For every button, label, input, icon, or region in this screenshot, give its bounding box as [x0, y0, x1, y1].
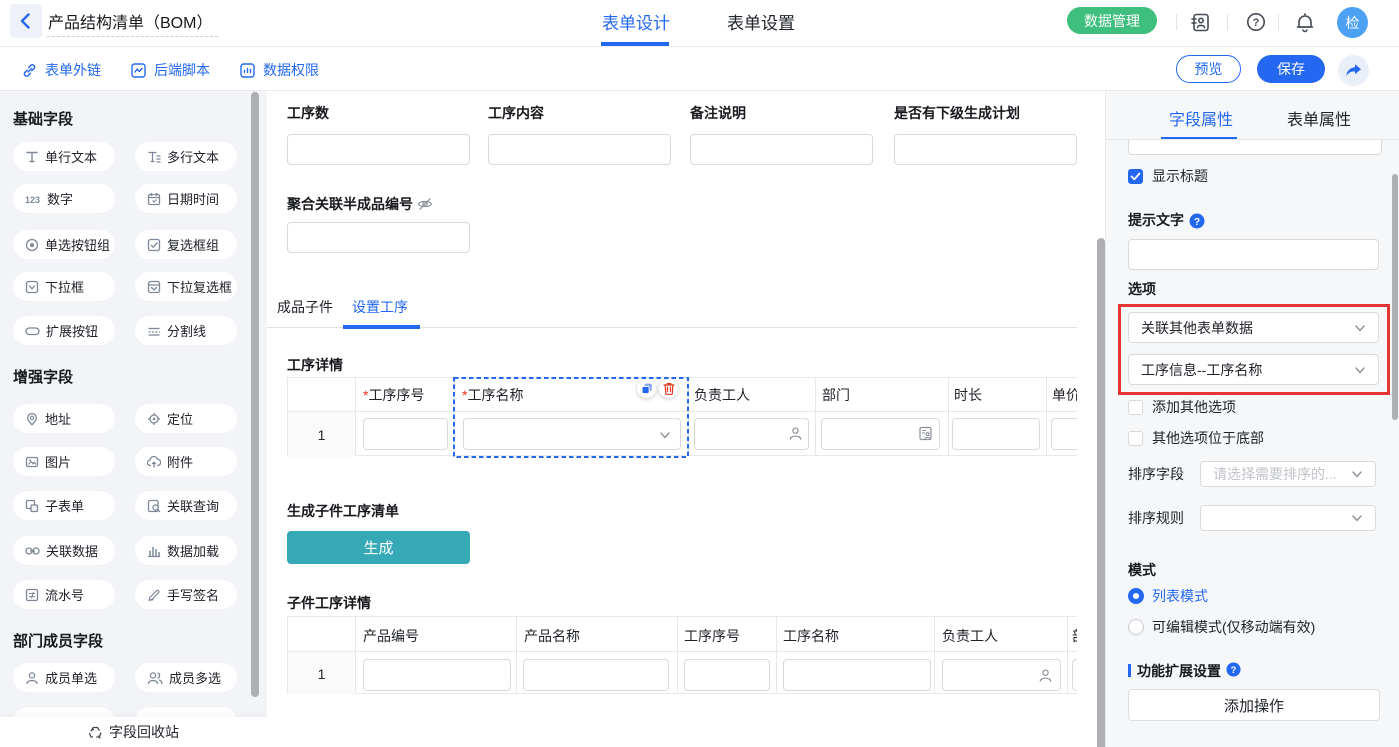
svg-text:?: ?	[1253, 17, 1260, 29]
svg-text:?: ?	[1194, 217, 1200, 228]
svg-text:123: 123	[25, 195, 40, 205]
svg-text:?: ?	[1231, 665, 1237, 675]
